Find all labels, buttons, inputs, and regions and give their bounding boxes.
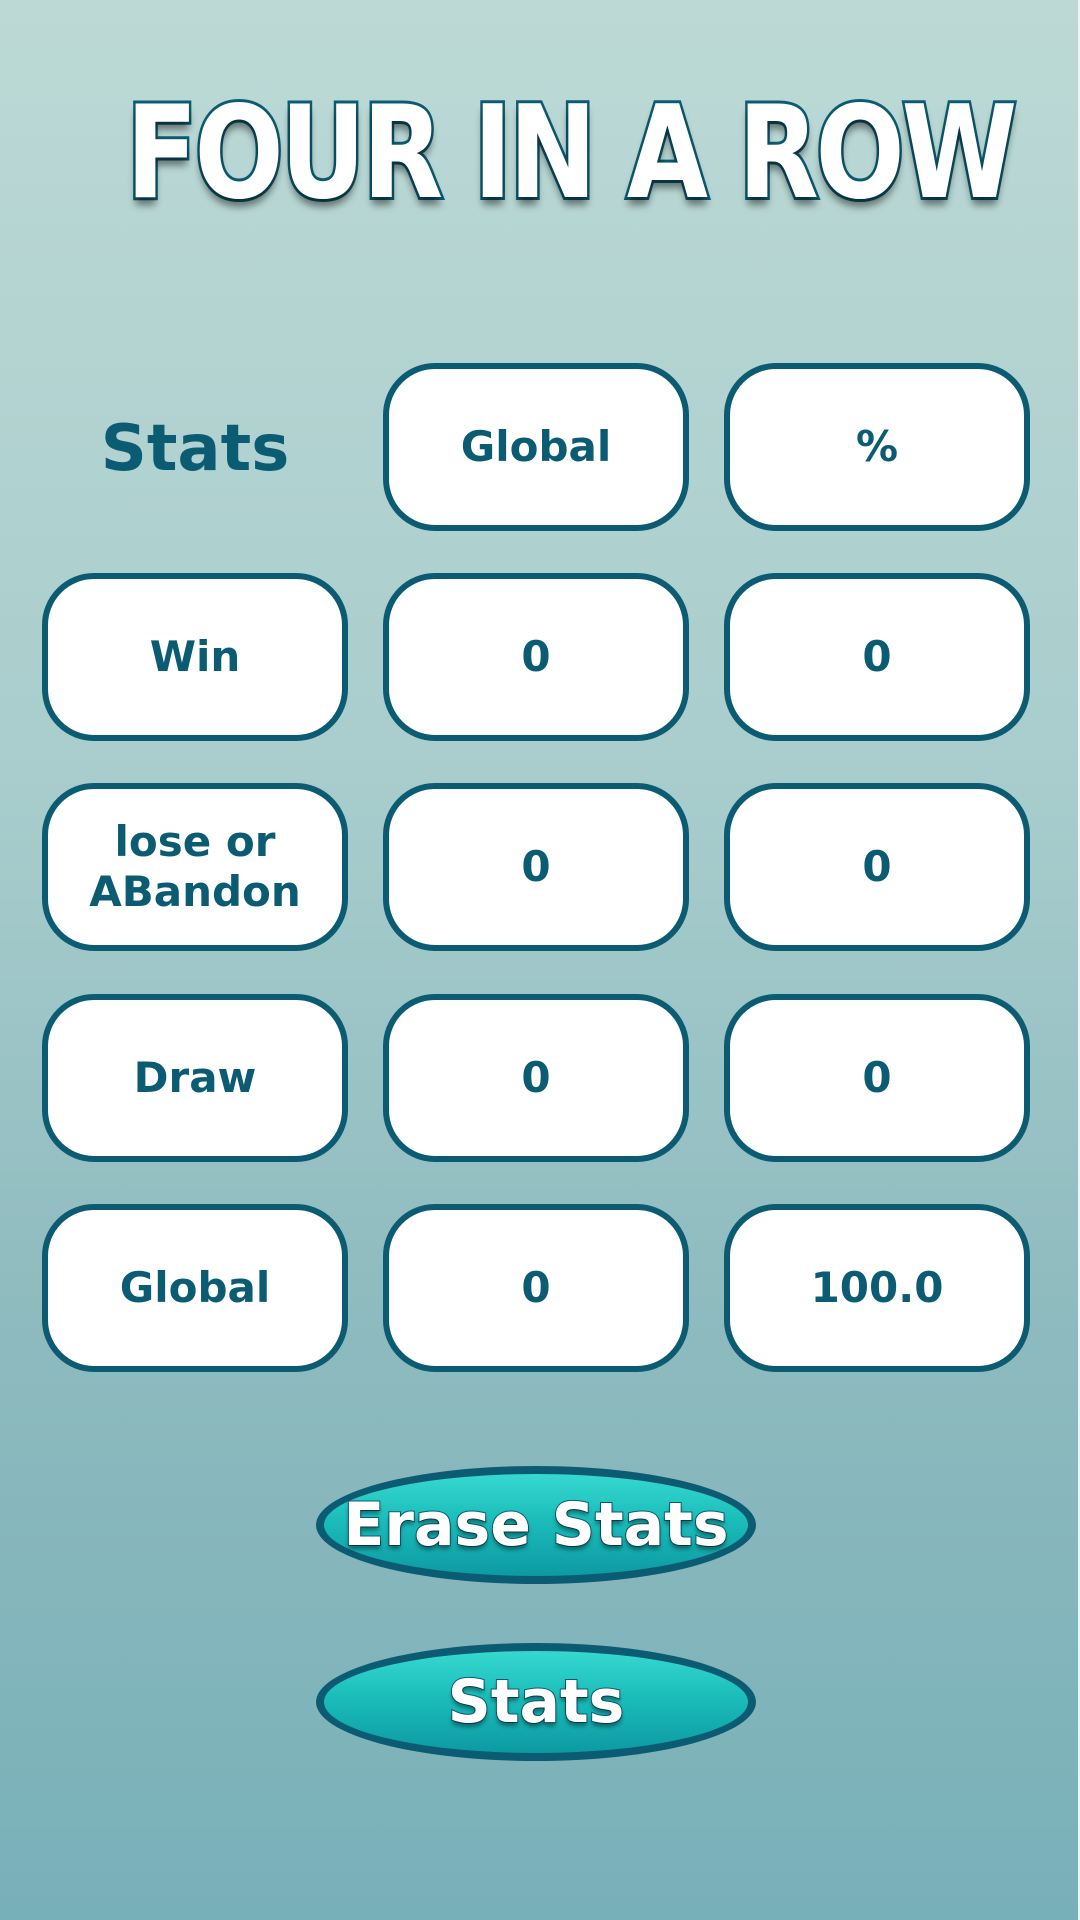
win-percent-value: 0 <box>724 573 1030 741</box>
total-percent-value: 100.0 <box>724 1204 1030 1372</box>
row-label-draw: Draw <box>42 994 348 1162</box>
draw-global-value: 0 <box>383 994 689 1162</box>
win-global-value: 0 <box>383 573 689 741</box>
erase-stats-button[interactable]: Erase Stats <box>316 1466 756 1584</box>
stats-heading: Stats <box>100 412 290 486</box>
column-header-percent: % <box>724 363 1030 531</box>
lose-percent-value: 0 <box>724 783 1030 951</box>
total-global-value: 0 <box>383 1204 689 1372</box>
draw-percent-value: 0 <box>724 994 1030 1162</box>
stats-button[interactable]: Stats <box>316 1643 756 1761</box>
row-label-lose: lose or ABandon <box>42 783 348 951</box>
game-title: FOUR IN A ROW <box>124 79 1020 228</box>
row-label-win: Win <box>42 573 348 741</box>
column-header-global: Global <box>383 363 689 531</box>
lose-global-value: 0 <box>383 783 689 951</box>
row-label-global: Global <box>42 1204 348 1372</box>
